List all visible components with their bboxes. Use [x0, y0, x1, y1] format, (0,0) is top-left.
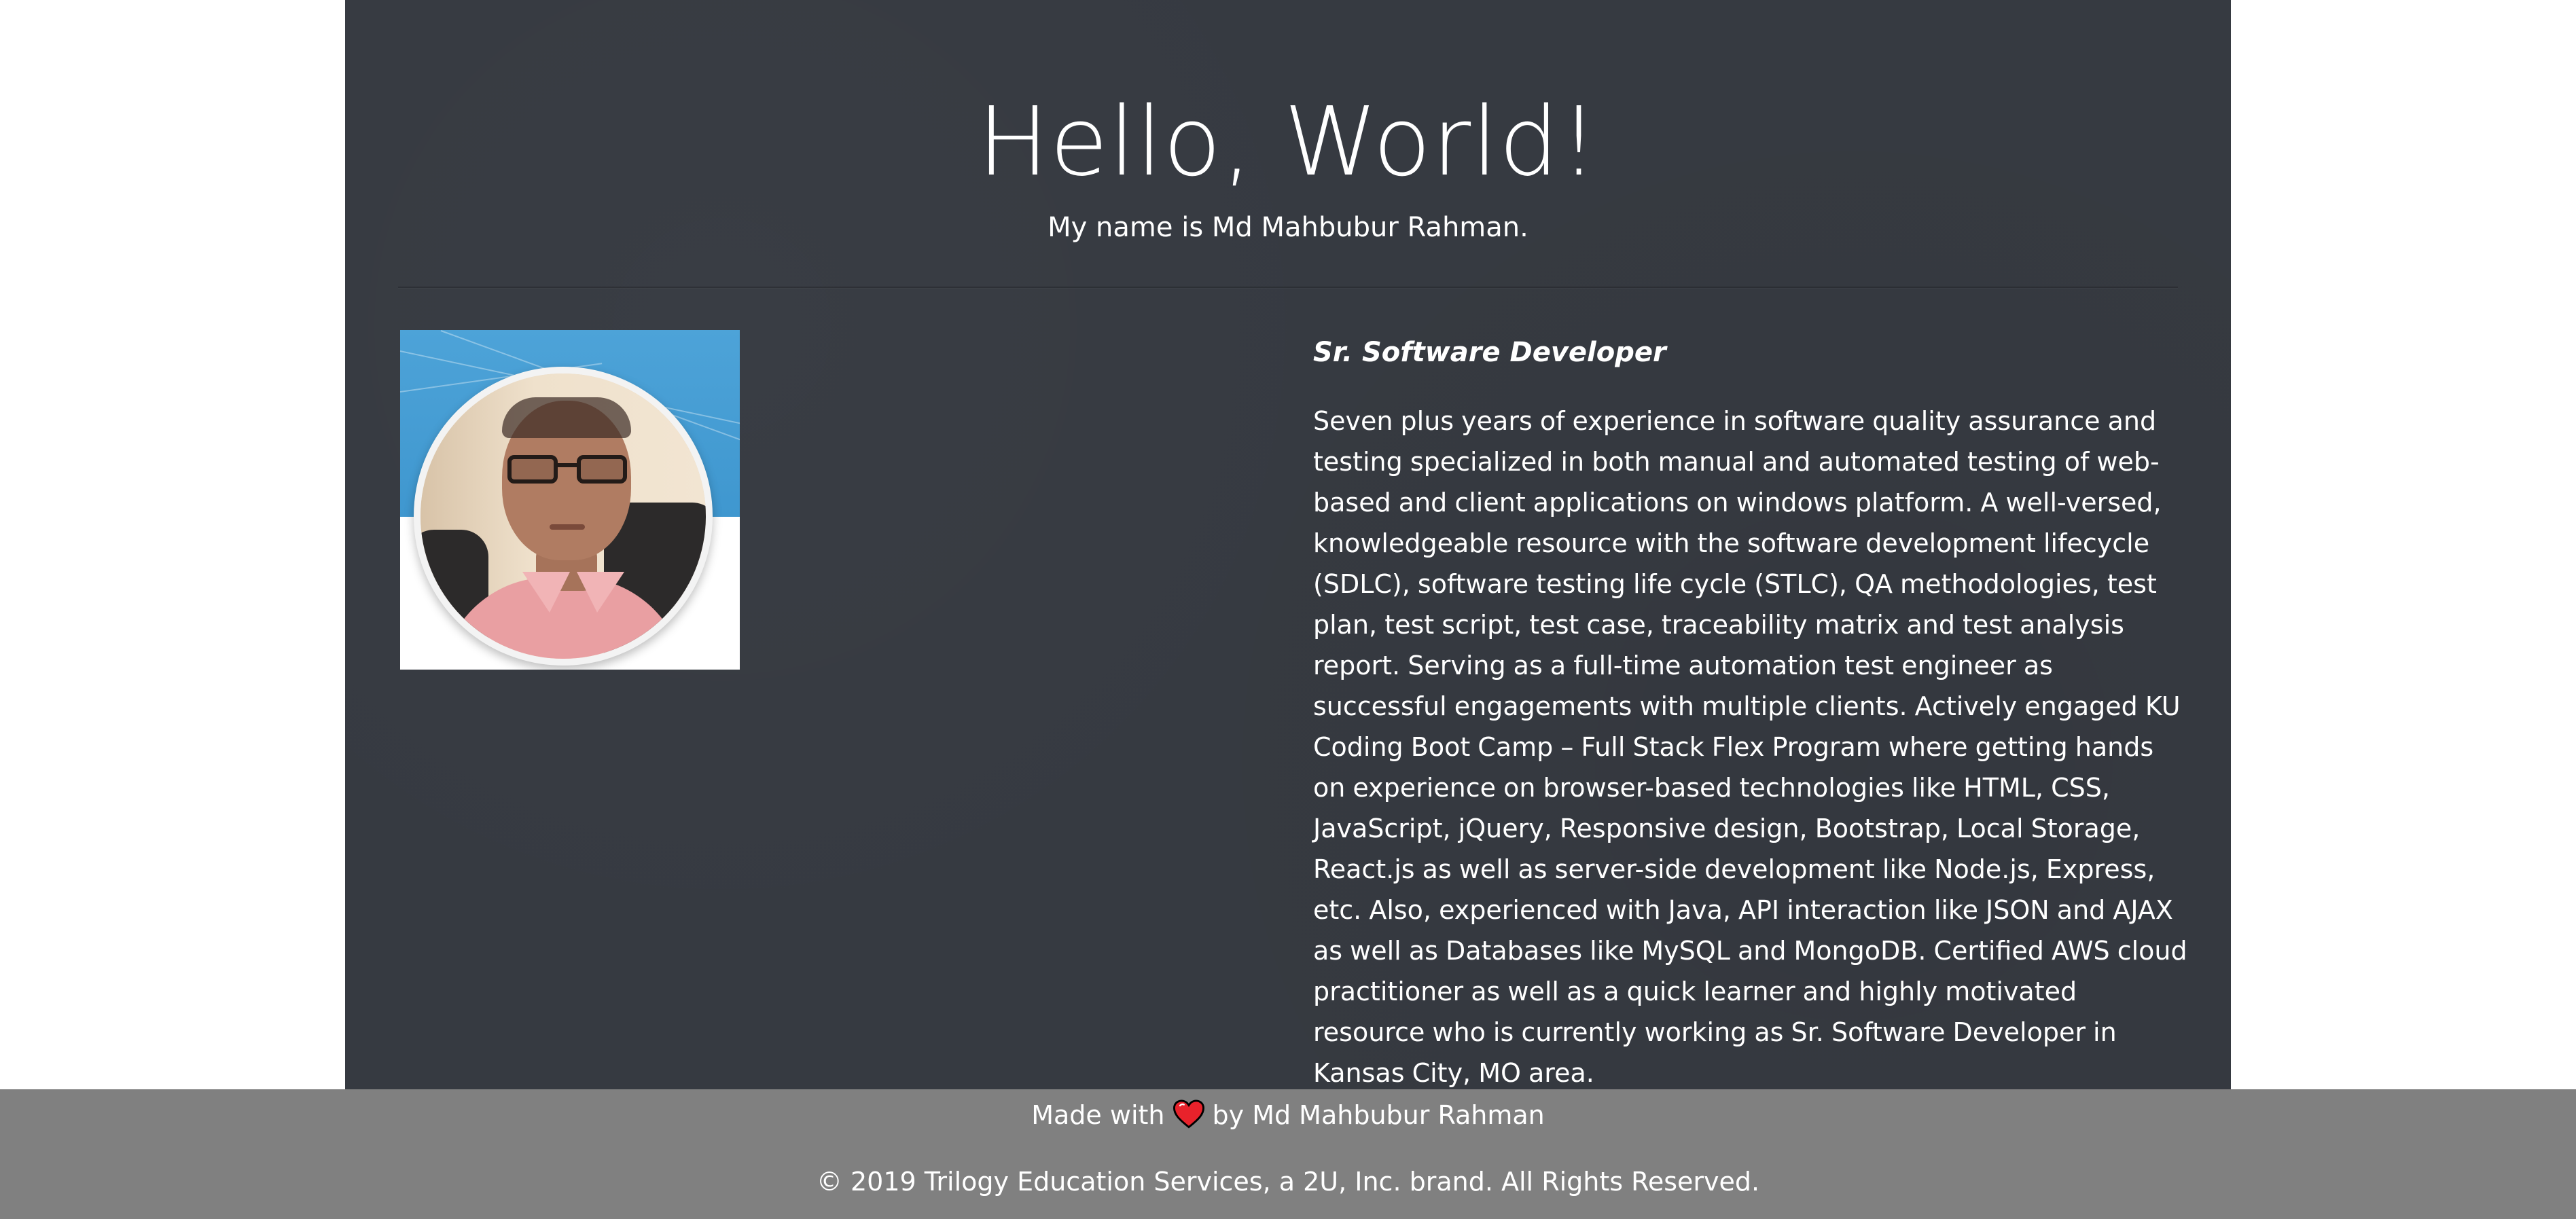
hero-title: Hello, World!	[977, 87, 1599, 198]
profile-photo	[400, 330, 740, 670]
main-container: Hello, World! My name is Md Mahbubur Rah…	[345, 0, 2231, 1089]
made-with-prefix: Made with	[1031, 1100, 1165, 1130]
bio-text: Seven plus years of experience in softwa…	[1313, 406, 2187, 1088]
divider	[398, 287, 2178, 289]
page: Hello, World! My name is Md Mahbubur Rah…	[0, 0, 2576, 1219]
footer: Made with by Md Mahbubur Rahman © 2019 Tr…	[0, 1089, 2576, 1219]
heart-icon	[1173, 1099, 1204, 1130]
hero-subtitle: My name is Md Mahbubur Rahman.	[1048, 212, 1528, 243]
copyright: © 2019 Trilogy Education Services, a 2U,…	[816, 1167, 1760, 1197]
avatar	[414, 367, 713, 666]
job-title: Sr. Software Developer	[1313, 337, 1666, 368]
made-with-suffix: by Md Mahbubur Rahman	[1212, 1100, 1545, 1130]
made-with-line: Made with by Md Mahbubur Rahman	[0, 1097, 2576, 1133]
